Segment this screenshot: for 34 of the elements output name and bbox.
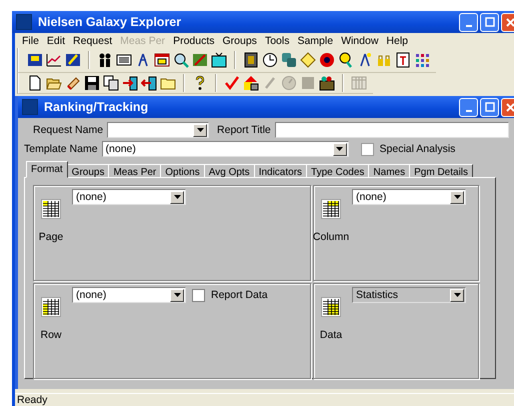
field-label: Report Title bbox=[217, 124, 271, 136]
window-title: Ranking/Tracking bbox=[44, 100, 150, 114]
tab[interactable]: Indicators bbox=[254, 164, 308, 177]
menu-item[interactable]: Products bbox=[169, 34, 218, 46]
tab[interactable]: Options bbox=[160, 164, 205, 177]
menu-item[interactable]: Tools bbox=[260, 34, 294, 46]
menu-item[interactable]: Edit bbox=[42, 34, 70, 46]
dropdown[interactable]: (none) bbox=[72, 189, 186, 205]
menu-item[interactable]: Request bbox=[69, 34, 116, 46]
field-label: Request Name bbox=[33, 124, 104, 136]
status-bar: Ready bbox=[15, 393, 514, 406]
dropdown[interactable]: (none) bbox=[72, 287, 186, 303]
menu-item[interactable]: File bbox=[18, 34, 43, 46]
tab[interactable]: Pgm Details bbox=[409, 164, 474, 177]
window-title: Nielsen Galaxy Explorer bbox=[38, 15, 182, 29]
menu-item[interactable]: Sample bbox=[293, 34, 338, 46]
tab[interactable]: Meas Per bbox=[108, 164, 162, 177]
menu-item[interactable]: Window bbox=[337, 34, 382, 46]
tab[interactable]: Names bbox=[368, 164, 410, 177]
field-label: Template Name bbox=[24, 143, 98, 155]
section-label: Page bbox=[38, 231, 64, 243]
section-label: Column bbox=[312, 231, 350, 243]
tab[interactable]: Avg Opts bbox=[204, 164, 255, 177]
checkbox-label: Report Data bbox=[211, 289, 268, 301]
section-label: Data bbox=[320, 329, 342, 341]
tab[interactable]: Groups bbox=[66, 164, 110, 177]
section-label: Row bbox=[40, 329, 62, 341]
dropdown[interactable]: (none) bbox=[352, 189, 466, 205]
dropdown[interactable]: (none) bbox=[102, 141, 349, 157]
menu-item[interactable]: Groups bbox=[218, 34, 261, 46]
tab[interactable]: Type Codes bbox=[306, 164, 370, 177]
menu-item[interactable]: Help bbox=[382, 34, 412, 46]
tab[interactable]: Format bbox=[26, 161, 68, 178]
checkbox-label: Special Analysis bbox=[380, 143, 456, 155]
